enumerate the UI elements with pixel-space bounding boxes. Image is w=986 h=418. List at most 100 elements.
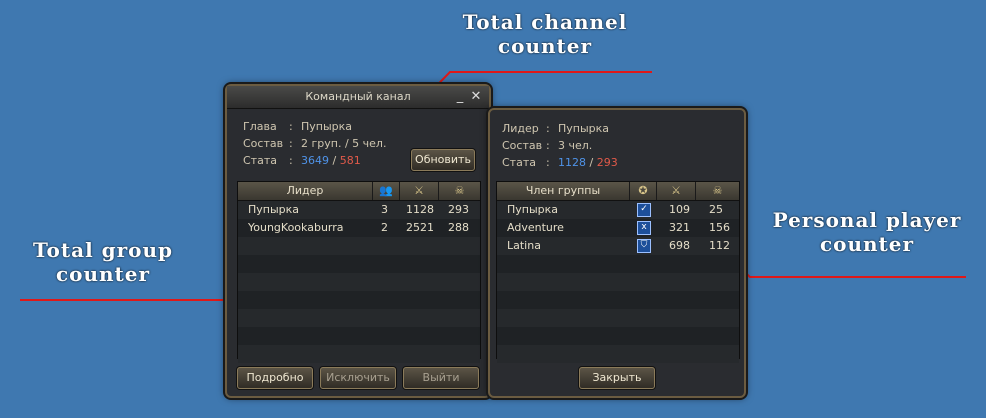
table-row [497,291,739,309]
table-row [238,309,480,327]
mage-class-icon: ⅹ [637,219,651,237]
group-member-count: 3 [381,203,388,216]
group-kills: 2521 [406,221,434,234]
stats-value: 1128 / 293 [558,156,618,169]
column-kills[interactable]: ⚔ [657,182,696,200]
member-name: Пупырка [507,203,559,216]
stats-label: Стата [502,156,536,169]
groups-table: Лидер 👥 ⚔ ☠ Пупырка 3 1128 293 YoungKook… [237,181,481,363]
table-row [497,327,739,345]
column-kills[interactable]: ⚔ [400,182,439,200]
colon: : [289,120,293,133]
command-channel-window: Командный канал _ ✕ Глава : Пупырка Сост… [225,84,491,398]
composition-value: 3 чел. [558,139,593,152]
details-button[interactable]: Подробно [237,367,313,389]
group-member-count: 2 [381,221,388,234]
stats-kills: 3649 [301,154,329,167]
leader-label: Глава [243,120,277,133]
window-title: Командный канал [305,90,411,103]
skull-icon: ☠ [454,184,465,197]
annotation-line: counter [497,34,593,58]
stats-slash: / [586,156,597,169]
personal-player-counter-annotation: Personal player counter [762,208,972,256]
window-titlebar[interactable]: Командный канал _ ✕ [227,86,489,109]
table-row [238,255,480,273]
leader-label: Лидер [502,122,539,135]
table-row [497,255,739,273]
sword-class-icon: ✓ [637,201,651,219]
member-kills: 698 [669,239,690,252]
composition-label: Состав [502,139,543,152]
table-row [497,273,739,291]
shield-class-icon: ⛉ [637,237,651,255]
crossed-swords-icon: ⚔ [414,184,424,197]
table-header: Лидер 👥 ⚔ ☠ [238,182,480,201]
group-leader-name: YoungKookaburra [248,221,344,234]
leave-button[interactable]: Выйти [403,367,479,389]
table-row [238,327,480,345]
table-row [497,309,739,327]
column-members[interactable]: 👥 [373,182,400,200]
refresh-button[interactable]: Обновить [411,149,475,171]
table-body: Пупырка ✓ 109 25 Adventure ⅹ 321 156 Lat… [497,201,739,363]
stats-kills: 1128 [558,156,586,169]
column-member[interactable]: Член группы [497,182,630,200]
annotation-line: counter [55,262,151,286]
annotation-line: counter [819,232,915,256]
stats-deaths: 293 [596,156,618,169]
colon: : [289,137,293,150]
table-row[interactable]: Adventure ⅹ 321 156 [497,219,739,237]
minimize-icon[interactable]: _ [453,86,467,108]
table-row[interactable]: Пупырка 3 1128 293 [238,201,480,219]
member-deaths: 25 [709,203,723,216]
table-row [497,345,739,363]
member-kills: 109 [669,203,690,216]
stats-deaths: 581 [339,154,361,167]
table-row [238,237,480,255]
composition-label: Состав [243,137,284,150]
members-table: Член группы ✪ ⚔ ☠ Пупырка ✓ 109 25 Adven… [496,181,740,363]
group-details-window: Лидер : Пупырка Состав : 3 чел. Стата : … [488,108,746,398]
exclude-button[interactable]: Исключить [320,367,396,389]
table-row[interactable]: YoungKookaburra 2 2521 288 [238,219,480,237]
group-deaths: 293 [448,203,469,216]
table-body: Пупырка 3 1128 293 YoungKookaburra 2 252… [238,201,480,363]
table-row[interactable]: Пупырка ✓ 109 25 [497,201,739,219]
member-deaths: 156 [709,221,730,234]
group-deaths: 288 [448,221,469,234]
column-deaths[interactable]: ☠ [439,182,480,200]
member-name: Adventure [507,221,564,234]
leader-value: Пупырка [558,122,610,135]
total-group-counter-annotation: Total group counter [18,238,188,286]
group-kills: 1128 [406,203,434,216]
table-row [238,273,480,291]
composition-value: 2 груп. / 5 чел. [301,137,387,150]
table-row[interactable]: Latina ⛉ 698 112 [497,237,739,255]
colon: : [546,122,550,135]
annotation-line: Total group [32,238,174,262]
colon: : [289,154,293,167]
total-channel-counter-annotation: Total channel counter [440,10,650,58]
colon: : [546,156,550,169]
leader-value: Пупырка [301,120,353,133]
crossed-swords-icon: ⚔ [671,184,681,197]
member-kills: 321 [669,221,690,234]
table-row [238,345,480,363]
member-deaths: 112 [709,239,730,252]
stats-slash: / [329,154,340,167]
annotation-line: Total channel [462,10,628,34]
annotation-line: Personal player [772,208,962,232]
table-row [238,291,480,309]
column-deaths[interactable]: ☠ [696,182,739,200]
people-icon: 👥 [379,184,393,197]
class-icon: ✪ [638,184,648,197]
group-leader-name: Пупырка [248,203,300,216]
close-button[interactable]: Закрыть [579,367,655,389]
close-icon[interactable]: ✕ [469,86,483,108]
stats-value: 3649 / 581 [301,154,361,167]
skull-icon: ☠ [712,184,723,197]
column-class[interactable]: ✪ [630,182,657,200]
column-leader[interactable]: Лидер [238,182,373,200]
member-name: Latina [507,239,541,252]
table-header: Член группы ✪ ⚔ ☠ [497,182,739,201]
